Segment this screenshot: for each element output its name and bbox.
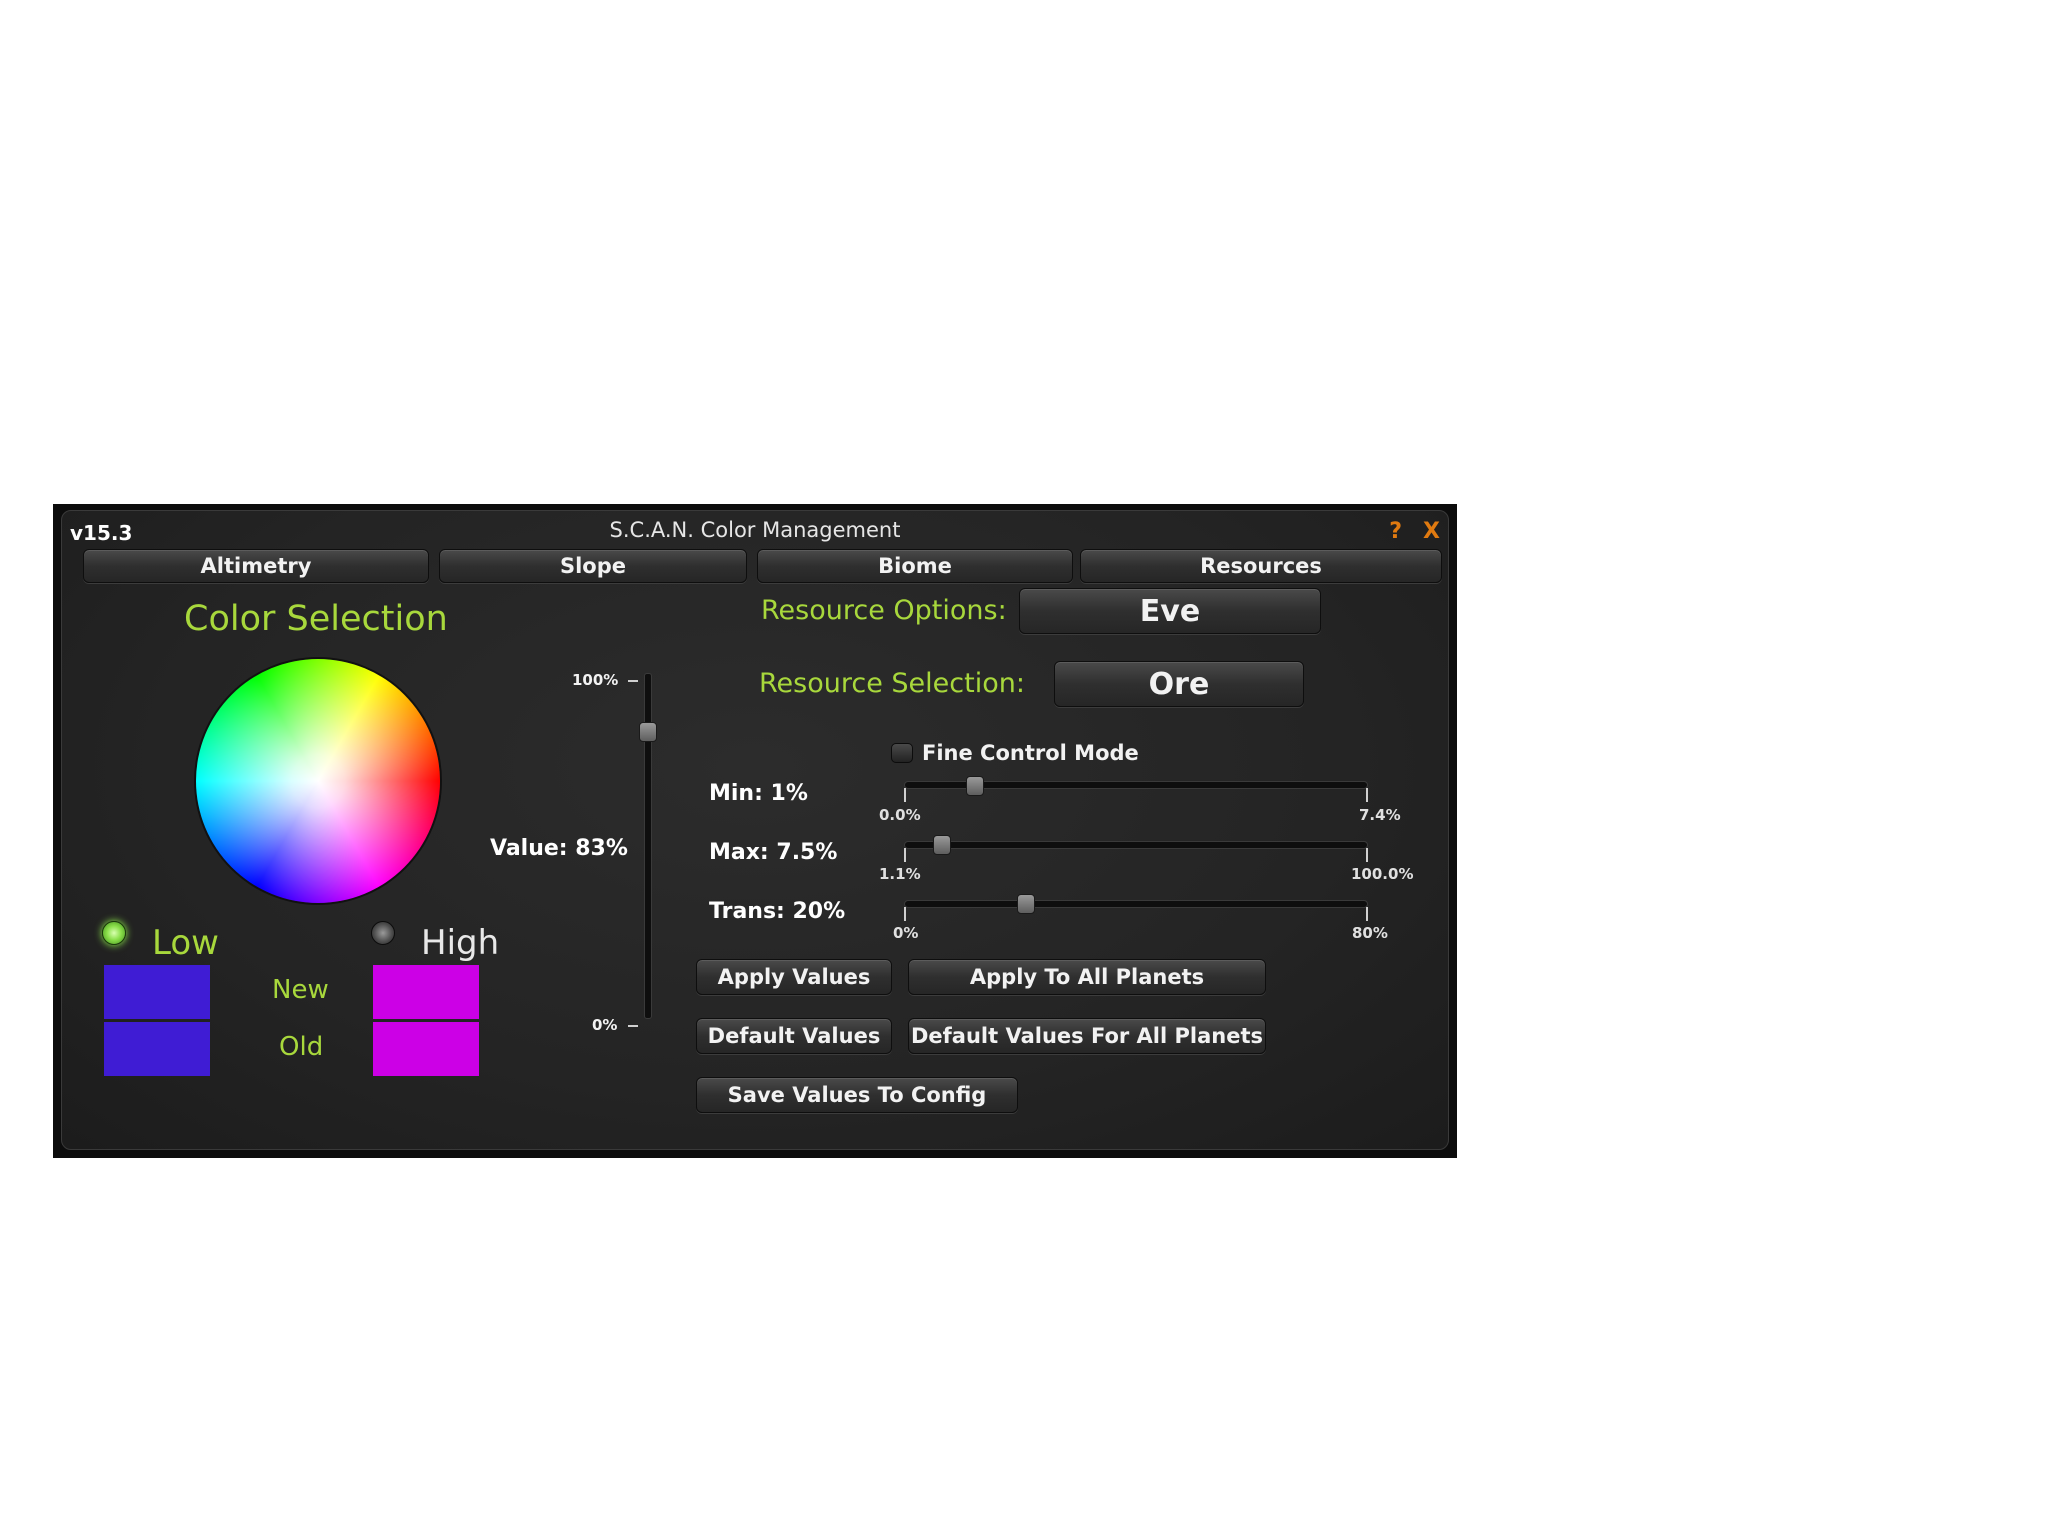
tab-biome[interactable]: Biome: [757, 549, 1073, 583]
resource-options-button[interactable]: Eve: [1019, 588, 1321, 634]
min-label: Min: 1%: [709, 781, 808, 806]
max-high-tick: [1366, 848, 1368, 862]
min-slider-handle[interactable]: [965, 776, 984, 796]
high-old-swatch: [373, 1022, 479, 1076]
low-new-swatch: [104, 965, 210, 1019]
resource-selection-label: Resource Selection:: [759, 668, 1025, 699]
max-low-tick: [904, 848, 906, 862]
tab-slope[interactable]: Slope: [439, 549, 747, 583]
color-wheel[interactable]: [196, 659, 440, 903]
value-max-tick: [628, 680, 638, 682]
trans-low-tick: [904, 907, 906, 921]
max-label: Max: 7.5%: [709, 840, 838, 865]
trans-high-value: 80%: [1352, 924, 1388, 942]
value-max-label: 100%: [572, 671, 619, 689]
save-config-button[interactable]: Save Values To Config: [696, 1077, 1018, 1113]
min-high-value: 7.4%: [1359, 806, 1401, 824]
high-label: High: [421, 923, 500, 963]
trans-slider-handle[interactable]: [1016, 894, 1035, 914]
new-label: New: [272, 975, 329, 1005]
low-old-swatch: [104, 1022, 210, 1076]
tab-resources[interactable]: Resources: [1080, 549, 1442, 583]
apply-all-planets-button[interactable]: Apply To All Planets: [908, 959, 1266, 995]
low-radio[interactable]: [102, 921, 126, 945]
trans-label: Trans: 20%: [709, 899, 846, 924]
min-low-value: 0.0%: [879, 806, 921, 824]
max-slider-track[interactable]: [904, 841, 1368, 849]
fine-control-label: Fine Control Mode: [922, 741, 1139, 765]
min-low-tick: [904, 788, 906, 802]
window-title: S.C.A.N. Color Management: [609, 518, 901, 542]
value-min-label: 0%: [592, 1016, 618, 1034]
tab-altimetry[interactable]: Altimetry: [83, 549, 429, 583]
default-all-planets-button[interactable]: Default Values For All Planets: [908, 1018, 1266, 1054]
min-high-tick: [1366, 788, 1368, 802]
trans-high-tick: [1366, 907, 1368, 921]
fine-control-checkbox[interactable]: [891, 743, 913, 763]
close-button[interactable]: X: [1423, 519, 1440, 544]
apply-values-button[interactable]: Apply Values: [696, 959, 892, 995]
value-label: Value: 83%: [490, 836, 628, 861]
high-new-swatch: [373, 965, 479, 1019]
low-label: Low: [152, 923, 219, 963]
max-high-value: 100.0%: [1351, 865, 1414, 883]
value-min-tick: [628, 1025, 638, 1027]
value-slider-handle[interactable]: [639, 722, 657, 743]
max-slider-handle[interactable]: [933, 835, 952, 855]
trans-slider-track[interactable]: [904, 900, 1368, 908]
window-panel: v15.3 S.C.A.N. Color Management ? X Alti…: [61, 510, 1449, 1150]
resource-options-label: Resource Options:: [761, 595, 1007, 626]
resource-selection-button[interactable]: Ore: [1054, 661, 1304, 707]
help-button[interactable]: ?: [1389, 519, 1402, 544]
default-values-button[interactable]: Default Values: [696, 1018, 892, 1054]
color-selection-heading: Color Selection: [184, 599, 448, 639]
trans-low-value: 0%: [893, 924, 919, 942]
max-low-value: 1.1%: [879, 865, 921, 883]
high-radio[interactable]: [371, 921, 395, 945]
color-management-window: v15.3 S.C.A.N. Color Management ? X Alti…: [53, 504, 1457, 1158]
old-label: Old: [279, 1032, 324, 1062]
